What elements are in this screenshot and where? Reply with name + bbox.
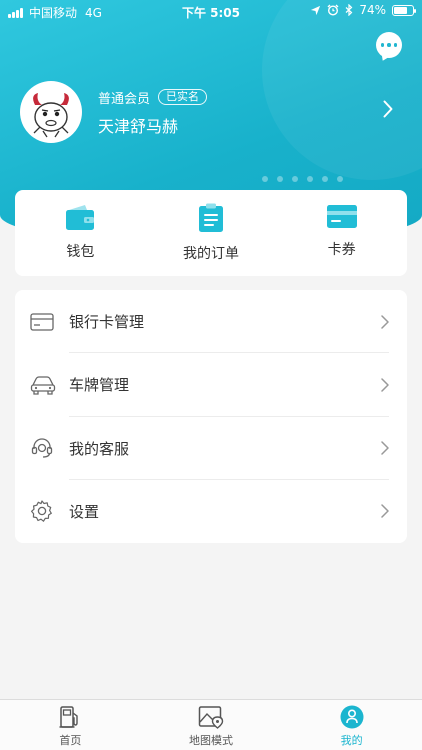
nav-tab-map[interactable]: 地图模式 bbox=[141, 700, 282, 750]
quick-action-label: 我的订单 bbox=[183, 246, 239, 262]
nav-label: 我的 bbox=[340, 734, 363, 747]
chevron-right-icon bbox=[381, 314, 389, 329]
location-arrow-icon bbox=[311, 5, 321, 15]
avatar[interactable] bbox=[20, 81, 82, 143]
profile-summary[interactable]: 普通会员 已实名 天津舒马赫 bbox=[20, 80, 405, 144]
coupon-card-icon bbox=[326, 205, 357, 228]
settings-menu: 银行卡管理 车牌管理 我的客服 设置 bbox=[15, 290, 407, 543]
bottom-navigation: 首页 地图模式 我的 bbox=[0, 699, 422, 750]
nav-tab-home[interactable]: 首页 bbox=[0, 700, 141, 750]
menu-item-label: 设置 bbox=[69, 502, 100, 521]
message-chat-button[interactable] bbox=[376, 32, 402, 58]
quick-actions-card: 钱包 我的订单 卡券 bbox=[15, 190, 407, 276]
quick-action-wallet[interactable]: 钱包 bbox=[15, 190, 146, 276]
menu-item-bank-cards[interactable]: 银行卡管理 bbox=[15, 290, 407, 354]
bluetooth-icon bbox=[345, 4, 353, 16]
menu-item-settings[interactable]: 设置 bbox=[15, 480, 407, 543]
battery-icon bbox=[392, 4, 416, 16]
order-clipboard-icon bbox=[199, 203, 223, 232]
status-bar: 中国移动 4G 下午 5:05 74% bbox=[0, 0, 422, 22]
gas-pump-icon bbox=[59, 706, 79, 728]
wallet-icon bbox=[66, 205, 95, 230]
carousel-indicator bbox=[262, 176, 343, 182]
chevron-right-icon bbox=[381, 441, 389, 455]
profile-icon bbox=[340, 705, 364, 729]
menu-item-label: 我的客服 bbox=[69, 439, 130, 458]
alarm-clock-icon bbox=[327, 4, 339, 16]
battery-percentage: 74% bbox=[359, 3, 386, 17]
customer-service-icon bbox=[31, 438, 53, 458]
nav-label: 地图模式 bbox=[189, 734, 233, 747]
chat-bubble-icon bbox=[380, 43, 398, 47]
menu-item-label: 车牌管理 bbox=[69, 376, 130, 395]
chevron-right-icon bbox=[381, 504, 389, 519]
nav-label: 首页 bbox=[59, 734, 82, 747]
quick-action-coupons[interactable]: 卡券 bbox=[276, 190, 407, 276]
chevron-right-icon[interactable] bbox=[383, 100, 393, 118]
car-icon bbox=[30, 376, 56, 395]
quick-action-orders[interactable]: 我的订单 bbox=[146, 190, 277, 276]
menu-item-license-plates[interactable]: 车牌管理 bbox=[15, 353, 407, 417]
username: 天津舒马赫 bbox=[98, 116, 179, 136]
member-level: 普通会员 bbox=[98, 91, 151, 107]
bank-card-icon bbox=[30, 312, 54, 331]
verified-badge: 已实名 bbox=[158, 89, 208, 105]
settings-gear-icon bbox=[31, 500, 52, 523]
quick-action-label: 卡券 bbox=[327, 242, 356, 258]
menu-item-customer-service[interactable]: 我的客服 bbox=[15, 417, 407, 480]
chevron-right-icon bbox=[381, 378, 389, 392]
map-pin-icon bbox=[198, 706, 224, 729]
menu-item-label: 银行卡管理 bbox=[69, 313, 145, 332]
nav-tab-profile[interactable]: 我的 bbox=[281, 700, 422, 750]
quick-action-label: 钱包 bbox=[66, 244, 95, 260]
